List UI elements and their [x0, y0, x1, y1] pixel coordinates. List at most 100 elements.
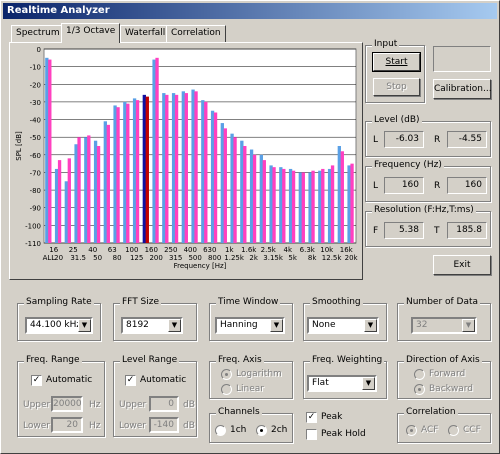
frequency-r-value: 160: [447, 177, 487, 194]
x-tick-label: 1k: [225, 246, 234, 254]
x-tick-label: 630: [203, 246, 216, 254]
bar-r: [282, 168, 286, 243]
stop-button[interactable]: Stop: [373, 78, 420, 96]
bar-l: [327, 168, 332, 243]
freq-range-lower-unit: Hz: [89, 421, 101, 431]
fft-size-select[interactable]: 8192 ▼: [121, 317, 183, 334]
bar-l: [93, 140, 98, 243]
peak-hold-label: Peak Hold: [321, 429, 366, 439]
correlation-ccf-radio[interactable]: [448, 425, 459, 436]
bar-r: [252, 154, 257, 243]
bar-l: [45, 57, 49, 244]
freq-range-upper-input[interactable]: 20000: [51, 396, 83, 412]
start-button[interactable]: Start: [372, 52, 421, 72]
fft-size-label: FFT Size: [120, 297, 162, 307]
correlation-ccf-label: CCF: [463, 425, 481, 435]
freq-axis-logarithm-radio[interactable]: [221, 369, 232, 380]
bar-l: [288, 168, 293, 243]
x-tick-label: 1.6k: [241, 246, 257, 254]
freq-range-upper-label: Upper: [23, 400, 51, 410]
channels-label: Channels: [216, 407, 262, 417]
tab-1-3-octave[interactable]: 1/3 Octave: [61, 23, 121, 43]
tab-spectrum[interactable]: Spectrum: [11, 25, 65, 42]
sampling-rate-value: 44.100 kHz: [30, 320, 82, 330]
bar-l: [132, 98, 137, 243]
time-window-select[interactable]: Hanning ▼: [215, 317, 285, 334]
bar-r: [204, 101, 208, 243]
resolution-t-label: T: [434, 226, 440, 236]
peak-checkbox[interactable]: ✓: [306, 412, 317, 423]
bar-l: [84, 137, 88, 243]
bar-r: [272, 167, 276, 243]
sampling-rate-label: Sampling Rate: [24, 297, 94, 307]
bar-r: [340, 151, 344, 243]
bar-l: [142, 94, 146, 243]
peak-hold-checkbox[interactable]: [306, 429, 317, 440]
input-indicator: [433, 46, 491, 72]
time-window-value: Hanning: [220, 320, 258, 330]
exit-button[interactable]: Exit: [433, 255, 491, 275]
number-of-data-label: Number of Data: [404, 297, 481, 307]
smoothing-select[interactable]: None ▼: [307, 317, 379, 334]
chevron-down-icon[interactable]: ▼: [362, 377, 375, 390]
smoothing-value: None: [312, 320, 336, 330]
bar-l: [171, 93, 176, 243]
bar-r: [57, 160, 62, 243]
chevron-down-icon[interactable]: ▼: [364, 319, 377, 332]
calibration-button[interactable]: Calibration...: [433, 79, 492, 99]
freq-range-automatic-checkbox[interactable]: ✓: [31, 375, 42, 386]
bar-l: [230, 133, 234, 243]
smoothing-label: Smoothing: [310, 297, 363, 307]
tab-waterfall[interactable]: Waterfall: [120, 25, 171, 42]
y-tick-label: -20: [30, 81, 41, 89]
freq-range-lower-input[interactable]: 20: [51, 417, 83, 433]
window-title[interactable]: Realtime Analyzer: [3, 3, 497, 19]
x-tick-label: 25: [69, 246, 78, 254]
x-tick-label: 10k: [320, 246, 334, 254]
y-tick-label: -100: [25, 222, 41, 230]
bar-r: [243, 146, 247, 243]
freq-weighting-select[interactable]: Flat ▼: [307, 375, 377, 392]
correlation-acf-radio[interactable]: [406, 425, 417, 436]
tab-correlation[interactable]: Correlation: [166, 25, 226, 42]
bar-l: [123, 101, 127, 243]
y-tick-label: -40: [30, 117, 41, 125]
level-range-upper-input[interactable]: 0: [149, 396, 179, 412]
x-tick-label: 20k: [345, 254, 359, 262]
channels-2ch-radio[interactable]: [256, 425, 267, 436]
freq-range-automatic-label: Automatic: [46, 375, 93, 385]
x-tick-label: 100: [125, 246, 138, 254]
x-tick-label: 80: [113, 254, 122, 262]
chevron-down-icon[interactable]: ▼: [168, 319, 181, 332]
bar-l: [181, 91, 185, 243]
resolution-t-value: 185.8: [447, 222, 487, 239]
bar-r: [291, 170, 296, 243]
number-of-data-select[interactable]: 32 ▼: [411, 317, 477, 334]
stop-label: Stop: [386, 82, 407, 92]
level-range-automatic-checkbox[interactable]: ✓: [125, 375, 136, 386]
bar-l: [279, 167, 283, 243]
x-tick-label: 250: [164, 246, 177, 254]
freq-axis-logarithm-label: Logarithm: [236, 369, 282, 379]
bar-l: [152, 59, 156, 243]
x-tick-label: 200: [149, 254, 162, 262]
chevron-down-icon[interactable]: ▼: [270, 319, 283, 332]
bar-r: [350, 163, 354, 243]
bar-r: [155, 57, 159, 244]
bar-l: [162, 93, 166, 243]
sampling-rate-select[interactable]: 44.100 kHz ▼: [25, 317, 93, 334]
freq-weighting-value: Flat: [312, 378, 329, 388]
bar-r: [311, 170, 315, 243]
level-range-lower-input[interactable]: -140: [149, 417, 179, 433]
x-tick-label: 2k: [249, 254, 258, 262]
channels-1ch-radio[interactable]: [215, 425, 226, 436]
input-group-label: Input: [372, 39, 400, 49]
direction-forward-label: Forward: [429, 369, 466, 379]
x-tick-label: 5k: [288, 254, 297, 262]
chevron-down-icon[interactable]: ▼: [78, 319, 91, 332]
freq-axis-linear-radio[interactable]: [221, 384, 232, 395]
octave-tab-panel: 0 -10 -20 -30 -40 -50 -60 -70 -80 -90 -100 -110 SPL …: [9, 42, 363, 280]
direction-backward-radio[interactable]: [414, 384, 425, 395]
direction-forward-radio[interactable]: [414, 369, 425, 380]
chevron-down-icon[interactable]: ▼: [462, 319, 475, 332]
